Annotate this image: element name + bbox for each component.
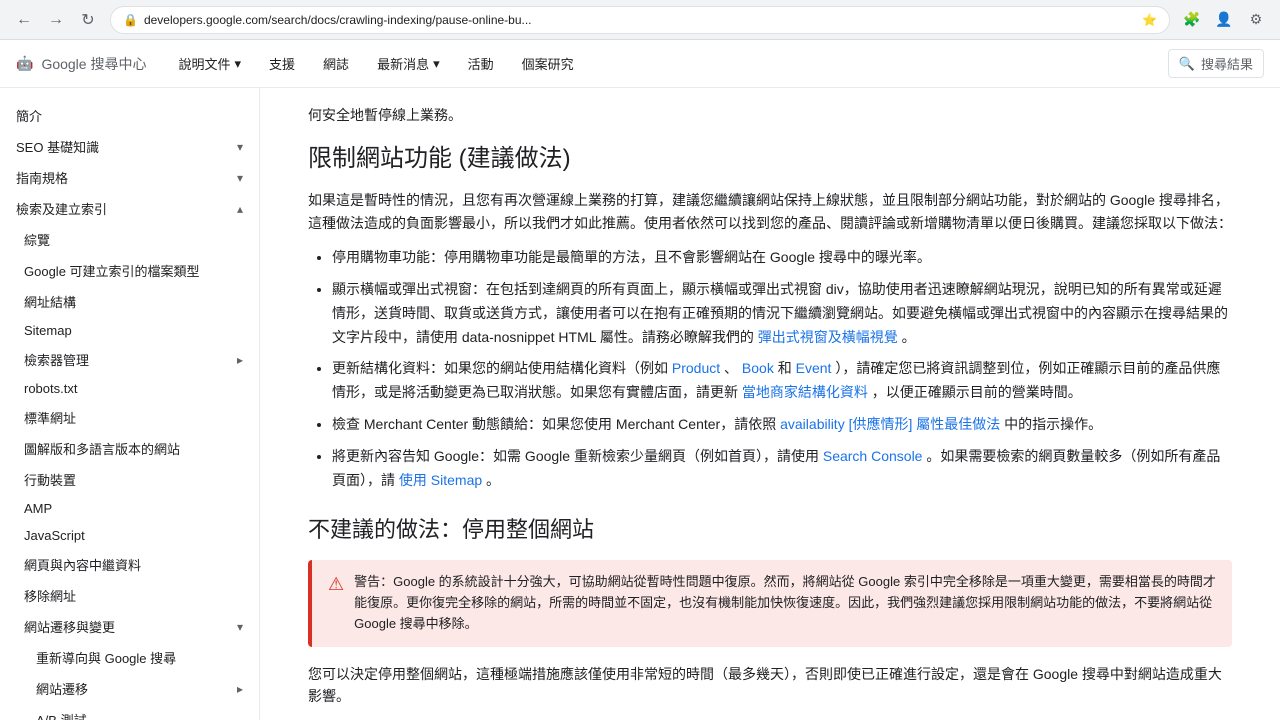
sidebar-item-sitemap[interactable]: Sitemap bbox=[0, 317, 259, 344]
sitemap-link[interactable]: 使用 Sitemap bbox=[399, 472, 482, 488]
address-bar[interactable]: 🔒 developers.google.com/search/docs/craw… bbox=[110, 6, 1170, 34]
section2-para: 您可以決定停用整個網站，這種極端措施應該僅使用非常短的時間（最多幾天），否則即使… bbox=[308, 663, 1232, 708]
sidebar-item-url-structure[interactable]: 網址結構 bbox=[0, 286, 259, 317]
sidebar-item-redirect[interactable]: 重新導向與 Google 搜尋 bbox=[0, 642, 259, 673]
warning-box: ⚠ 警告：Google 的系統設計十分強大，可協助網站從暫時性問題中復原。然而，… bbox=[308, 560, 1232, 646]
content-area: 何安全地暫停線上業務。 限制網站功能 (建議做法) 如果這是暫時性的情況，且您有… bbox=[260, 88, 1280, 720]
sidebar-item-file-types[interactable]: Google 可建立索引的檔案類型 bbox=[0, 255, 259, 286]
nav-case-studies[interactable]: 個案研究 bbox=[510, 48, 586, 79]
warning-text: 警告：Google 的系統設計十分強大，可協助網站從暫時性問題中復原。然而，將網… bbox=[354, 572, 1216, 634]
section1-para: 如果這是暫時性的情況，且您有再次營運線上業務的打算，建議您繼續讓網站保持上線狀態… bbox=[308, 189, 1232, 234]
header-nav: 說明文件 ▾ 支援 網誌 最新消息 ▾ 活動 個案研究 bbox=[166, 48, 1167, 79]
sidebar-item-ab-test[interactable]: A/B 測試 bbox=[0, 704, 259, 720]
sidebar-item-seo[interactable]: SEO 基礎知識 ▾ bbox=[0, 131, 259, 162]
nav-buttons: ← → ↻ bbox=[10, 6, 102, 34]
refresh-button[interactable]: ↻ bbox=[74, 6, 102, 34]
nav-docs[interactable]: 說明文件 ▾ bbox=[166, 48, 253, 79]
search-placeholder: 搜尋結果 bbox=[1201, 54, 1253, 73]
chevron-right-icon: ▸ bbox=[237, 682, 243, 696]
sidebar-item-multilang[interactable]: 圖解版和多語言版本的網站 bbox=[0, 433, 259, 464]
address-text: developers.google.com/search/docs/crawli… bbox=[144, 13, 1136, 27]
google-header: 🤖 Google 搜尋中心 說明文件 ▾ 支援 網誌 最新消息 ▾ 活動 個案研… bbox=[0, 40, 1280, 88]
forward-button[interactable]: → bbox=[42, 6, 70, 34]
chevron-right-icon: ▸ bbox=[237, 353, 243, 367]
nav-events[interactable]: 活動 bbox=[456, 48, 506, 79]
search-console-link[interactable]: Search Console bbox=[823, 448, 923, 464]
event-link[interactable]: Event bbox=[796, 360, 832, 376]
bullet-item-1: 停用購物車功能：停用購物車功能是最簡單的方法，且不會影響網站在 Google 搜… bbox=[332, 246, 1232, 270]
search-icon: 🔍 bbox=[1179, 56, 1195, 72]
book-link[interactable]: Book bbox=[742, 360, 774, 376]
sidebar-item-robots[interactable]: robots.txt bbox=[0, 375, 259, 402]
sidebar-item-guidelines[interactable]: 指南規格 ▾ bbox=[0, 162, 259, 193]
section2-title: 不建議的做法：停用整個網站 bbox=[308, 512, 1232, 544]
back-button[interactable]: ← bbox=[10, 6, 38, 34]
sidebar-item-migration[interactable]: 網站遷移與變更 ▾ bbox=[0, 611, 259, 642]
chevron-down-icon: ▾ bbox=[237, 140, 243, 154]
main-layout: 簡介 SEO 基礎知識 ▾ 指南規格 ▾ 檢索及建立索引 ▴ 綜覽 Google… bbox=[0, 88, 1280, 720]
chevron-down-icon: ▾ bbox=[433, 56, 440, 72]
sidebar-item-canonical[interactable]: 標準網址 bbox=[0, 402, 259, 433]
sidebar-item-remove-url[interactable]: 移除網址 bbox=[0, 580, 259, 611]
extensions-icon[interactable]: 🧩 bbox=[1178, 6, 1206, 34]
logo-icon: 🤖 bbox=[16, 55, 33, 72]
local-business-link[interactable]: 當地商家結構化資料 bbox=[742, 384, 868, 400]
browser-chrome: ← → ↻ 🔒 developers.google.com/search/doc… bbox=[0, 0, 1280, 40]
sidebar-item-overview[interactable]: 綜覽 bbox=[0, 224, 259, 255]
bullet-item-3: 更新結構化資料：如果您的網站使用結構化資料（例如 Product 、 Book … bbox=[332, 357, 1232, 405]
settings-icon[interactable]: ⚙ bbox=[1242, 6, 1270, 34]
sidebar: 簡介 SEO 基礎知識 ▾ 指南規格 ▾ 檢索及建立索引 ▴ 綜覽 Google… bbox=[0, 88, 260, 720]
google-logo[interactable]: 🤖 Google 搜尋中心 bbox=[16, 54, 146, 74]
logo-text: Google 搜尋中心 bbox=[41, 54, 146, 74]
sidebar-item-meta[interactable]: 網頁與內容中繼資料 bbox=[0, 549, 259, 580]
bullet-item-4: 檢查 Merchant Center 動態饋給：如果您使用 Merchant C… bbox=[332, 413, 1232, 437]
sidebar-item-site-migration[interactable]: 網站遷移 ▸ bbox=[0, 673, 259, 704]
nav-news[interactable]: 最新消息 ▾ bbox=[365, 48, 452, 79]
toolbar-icons: 🧩 👤 ⚙ bbox=[1178, 6, 1270, 34]
nav-blog[interactable]: 網誌 bbox=[311, 48, 361, 79]
profile-icon[interactable]: 👤 bbox=[1210, 6, 1238, 34]
availability-link[interactable]: availability [供應情形] 屬性最佳做法 bbox=[780, 416, 1000, 432]
bullet-item-2: 顯示橫幅或彈出式視窗：在包括到達網頁的所有頁面上，顯示橫幅或彈出式視窗 div，… bbox=[332, 278, 1232, 349]
sidebar-item-javascript[interactable]: JavaScript bbox=[0, 522, 259, 549]
bullet-list: 停用購物車功能：停用購物車功能是最簡單的方法，且不會影響網站在 Google 搜… bbox=[332, 246, 1232, 492]
bullet-item-5: 將更新內容告知 Google：如需 Google 重新檢索少量網頁（例如首頁），… bbox=[332, 445, 1232, 493]
chevron-down-icon: ▾ bbox=[235, 56, 242, 72]
sidebar-item-mobile[interactable]: 行動裝置 bbox=[0, 464, 259, 495]
warning-icon: ⚠ bbox=[328, 574, 344, 634]
sidebar-item-amp[interactable]: AMP bbox=[0, 495, 259, 522]
product-link[interactable]: Product bbox=[672, 360, 720, 376]
chevron-up-icon: ▴ bbox=[237, 202, 243, 216]
chevron-down-icon: ▾ bbox=[237, 171, 243, 185]
intro-para: 何安全地暫停線上業務。 bbox=[308, 104, 1232, 126]
lock-icon: 🔒 bbox=[123, 13, 138, 27]
sidebar-item-intro[interactable]: 簡介 bbox=[0, 100, 259, 131]
chevron-down-icon: ▾ bbox=[237, 620, 243, 634]
search-box[interactable]: 🔍 搜尋結果 bbox=[1168, 49, 1264, 78]
nav-support[interactable]: 支援 bbox=[257, 48, 307, 79]
bookmark-icon[interactable]: ⭐ bbox=[1142, 13, 1157, 27]
sidebar-item-crawler-mgmt[interactable]: 檢索器管理 ▸ bbox=[0, 344, 259, 375]
popup-banner-link[interactable]: 彈出式視窗及橫幅視覺 bbox=[758, 329, 898, 345]
header-search: 🔍 搜尋結果 bbox=[1168, 49, 1264, 78]
section1-title: 限制網站功能 (建議做法) bbox=[308, 138, 1232, 173]
sidebar-item-crawling[interactable]: 檢索及建立索引 ▴ bbox=[0, 193, 259, 224]
